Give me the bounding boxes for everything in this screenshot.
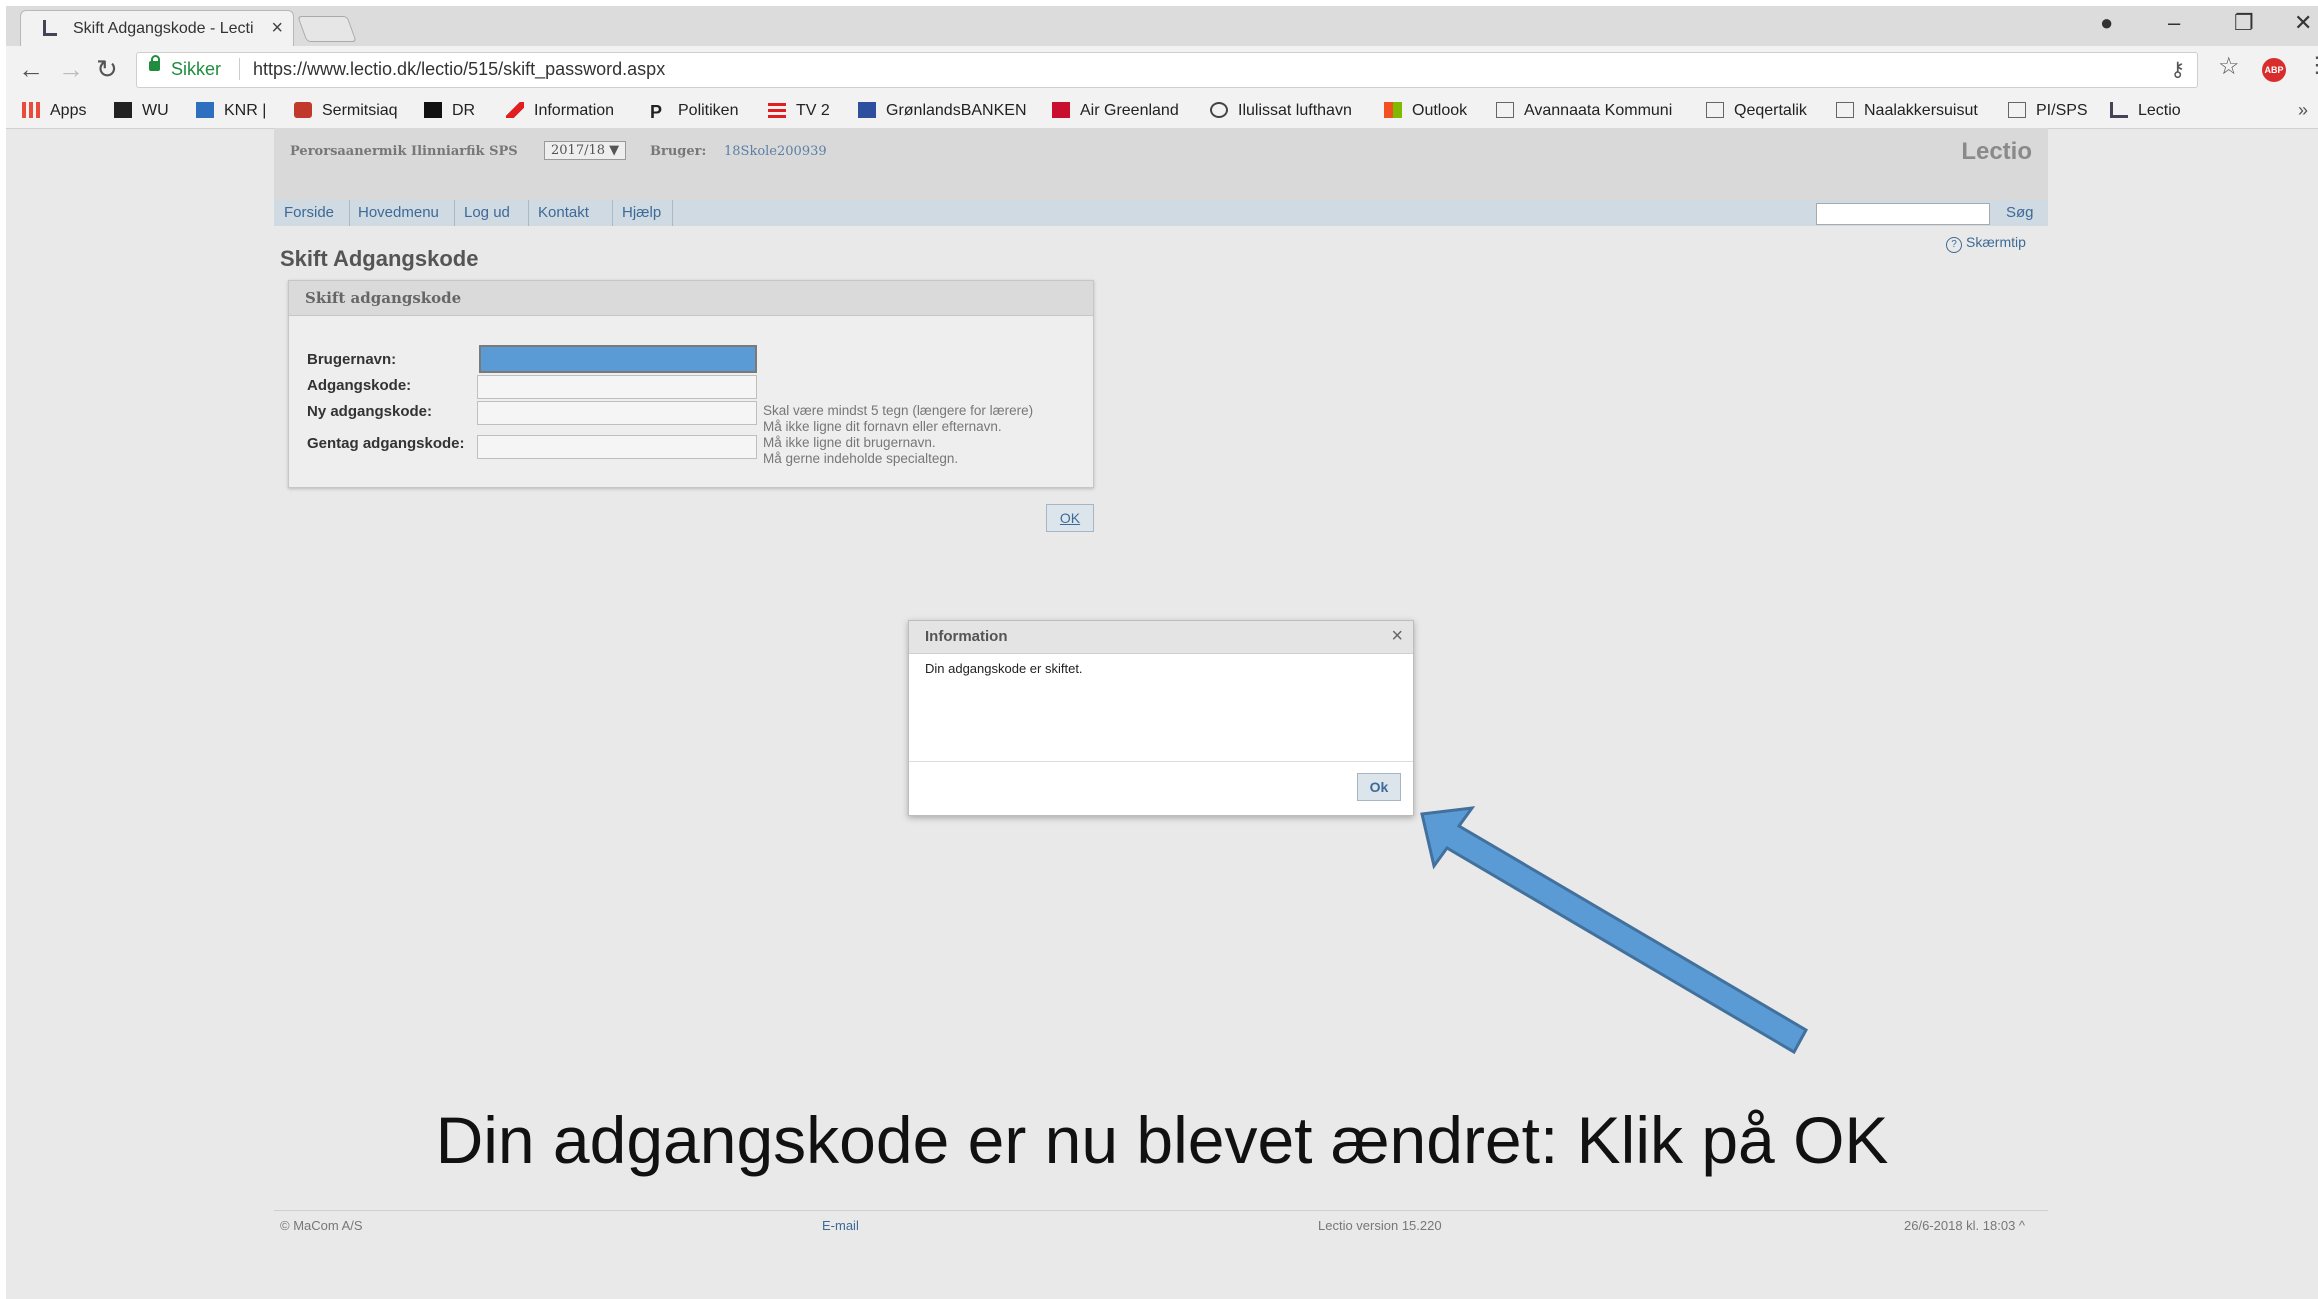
footer-datetime: 26/6-2018 kl. 18:03 ^: [1904, 1218, 2026, 1233]
footer-version: Lectio version 15.220: [1318, 1218, 1442, 1233]
instruction-caption: Din adgangskode er nu blevet ændret: Kli…: [435, 1103, 1889, 1177]
footer-copyright: © MaCom A/S: [280, 1218, 363, 1233]
screenshot: Skift Adgangskode - Lecti × ● – ❐ ✕ ← → …: [6, 6, 2318, 1299]
footer-divider: [274, 1210, 2048, 1211]
footer-email-link[interactable]: E-mail: [822, 1218, 859, 1233]
